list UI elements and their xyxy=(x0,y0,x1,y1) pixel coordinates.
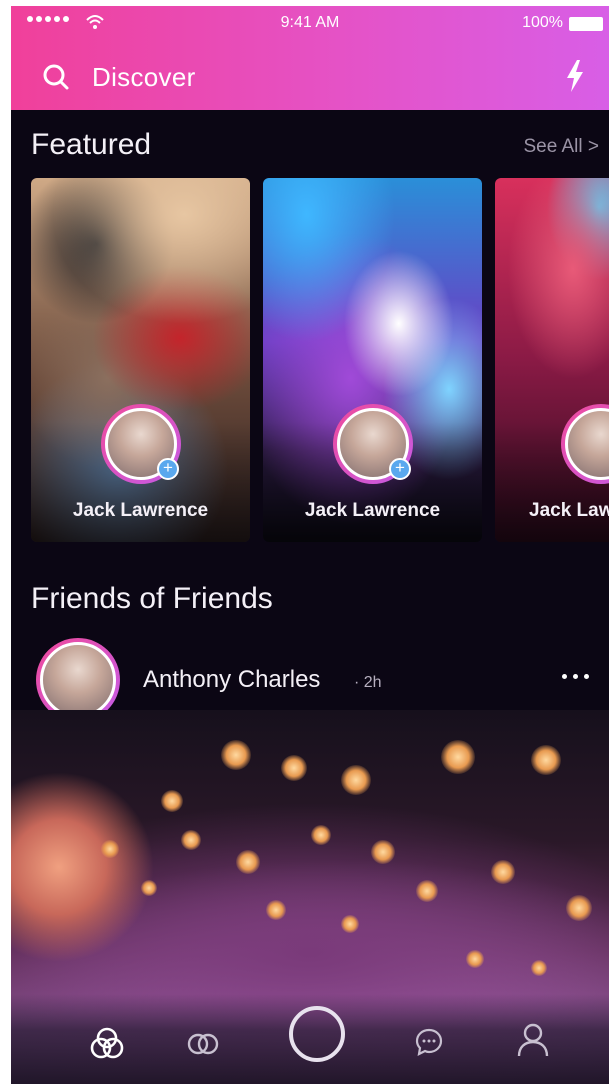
bokeh-light xyxy=(341,765,371,795)
header: Discover xyxy=(11,56,609,100)
add-friend-icon[interactable]: + xyxy=(157,458,179,480)
bokeh-light xyxy=(531,960,547,976)
status-bar: 9:41 AM 100% xyxy=(11,6,609,42)
more-options-icon[interactable] xyxy=(562,674,589,679)
search-icon[interactable] xyxy=(41,62,71,92)
battery-icon xyxy=(569,17,603,31)
discover-tab-icon[interactable] xyxy=(87,1024,127,1064)
bokeh-light xyxy=(491,860,515,884)
bokeh-light xyxy=(236,850,260,874)
bokeh-light xyxy=(141,880,157,896)
tab-bar xyxy=(11,994,609,1084)
card-username: Jack Lawrence xyxy=(72,500,209,521)
card-username: Jack Lawrence xyxy=(304,500,441,521)
record-button-icon[interactable] xyxy=(287,1004,347,1064)
featured-card[interactable]: + Jack Lawrence xyxy=(263,178,482,542)
bokeh-light xyxy=(311,825,331,845)
featured-card[interactable]: Jack Law xyxy=(495,178,609,542)
lightning-bolt-icon[interactable] xyxy=(563,58,587,94)
phone-screen: 9:41 AM 100% Discover Featured See All >… xyxy=(11,6,609,1084)
top-bar: 9:41 AM 100% Discover xyxy=(11,6,609,110)
post-author[interactable]: Anthony Charles xyxy=(143,666,320,694)
featured-card[interactable]: + Jack Lawrence xyxy=(31,178,250,542)
card-username: Jack Law xyxy=(529,500,609,521)
bokeh-light xyxy=(341,915,359,933)
bokeh-light xyxy=(101,840,119,858)
profile-tab-icon[interactable] xyxy=(516,1021,550,1059)
see-all-link[interactable]: See All > xyxy=(523,136,599,158)
bokeh-light xyxy=(466,950,484,968)
bokeh-light xyxy=(371,840,395,864)
battery-percentage: 100% xyxy=(522,14,563,31)
bokeh-light xyxy=(566,895,592,921)
bokeh-light xyxy=(416,880,438,902)
featured-title: Featured xyxy=(31,128,152,161)
friends-tab-icon[interactable] xyxy=(185,1030,221,1058)
bokeh-light xyxy=(531,745,561,775)
bokeh-light xyxy=(221,740,251,770)
bokeh-light xyxy=(181,830,201,850)
bokeh-light xyxy=(161,790,183,812)
status-time: 9:41 AM xyxy=(280,14,340,31)
post-header: Anthony Charles · 2h xyxy=(11,638,609,722)
bokeh-light xyxy=(266,900,286,920)
page-title[interactable]: Discover xyxy=(92,62,196,93)
add-friend-icon[interactable]: + xyxy=(389,458,411,480)
bokeh-light xyxy=(441,740,475,774)
friends-of-friends-title: Friends of Friends xyxy=(31,582,273,615)
post-timestamp: · 2h xyxy=(354,674,382,691)
bokeh-light xyxy=(281,755,307,781)
chat-tab-icon[interactable] xyxy=(413,1026,445,1058)
